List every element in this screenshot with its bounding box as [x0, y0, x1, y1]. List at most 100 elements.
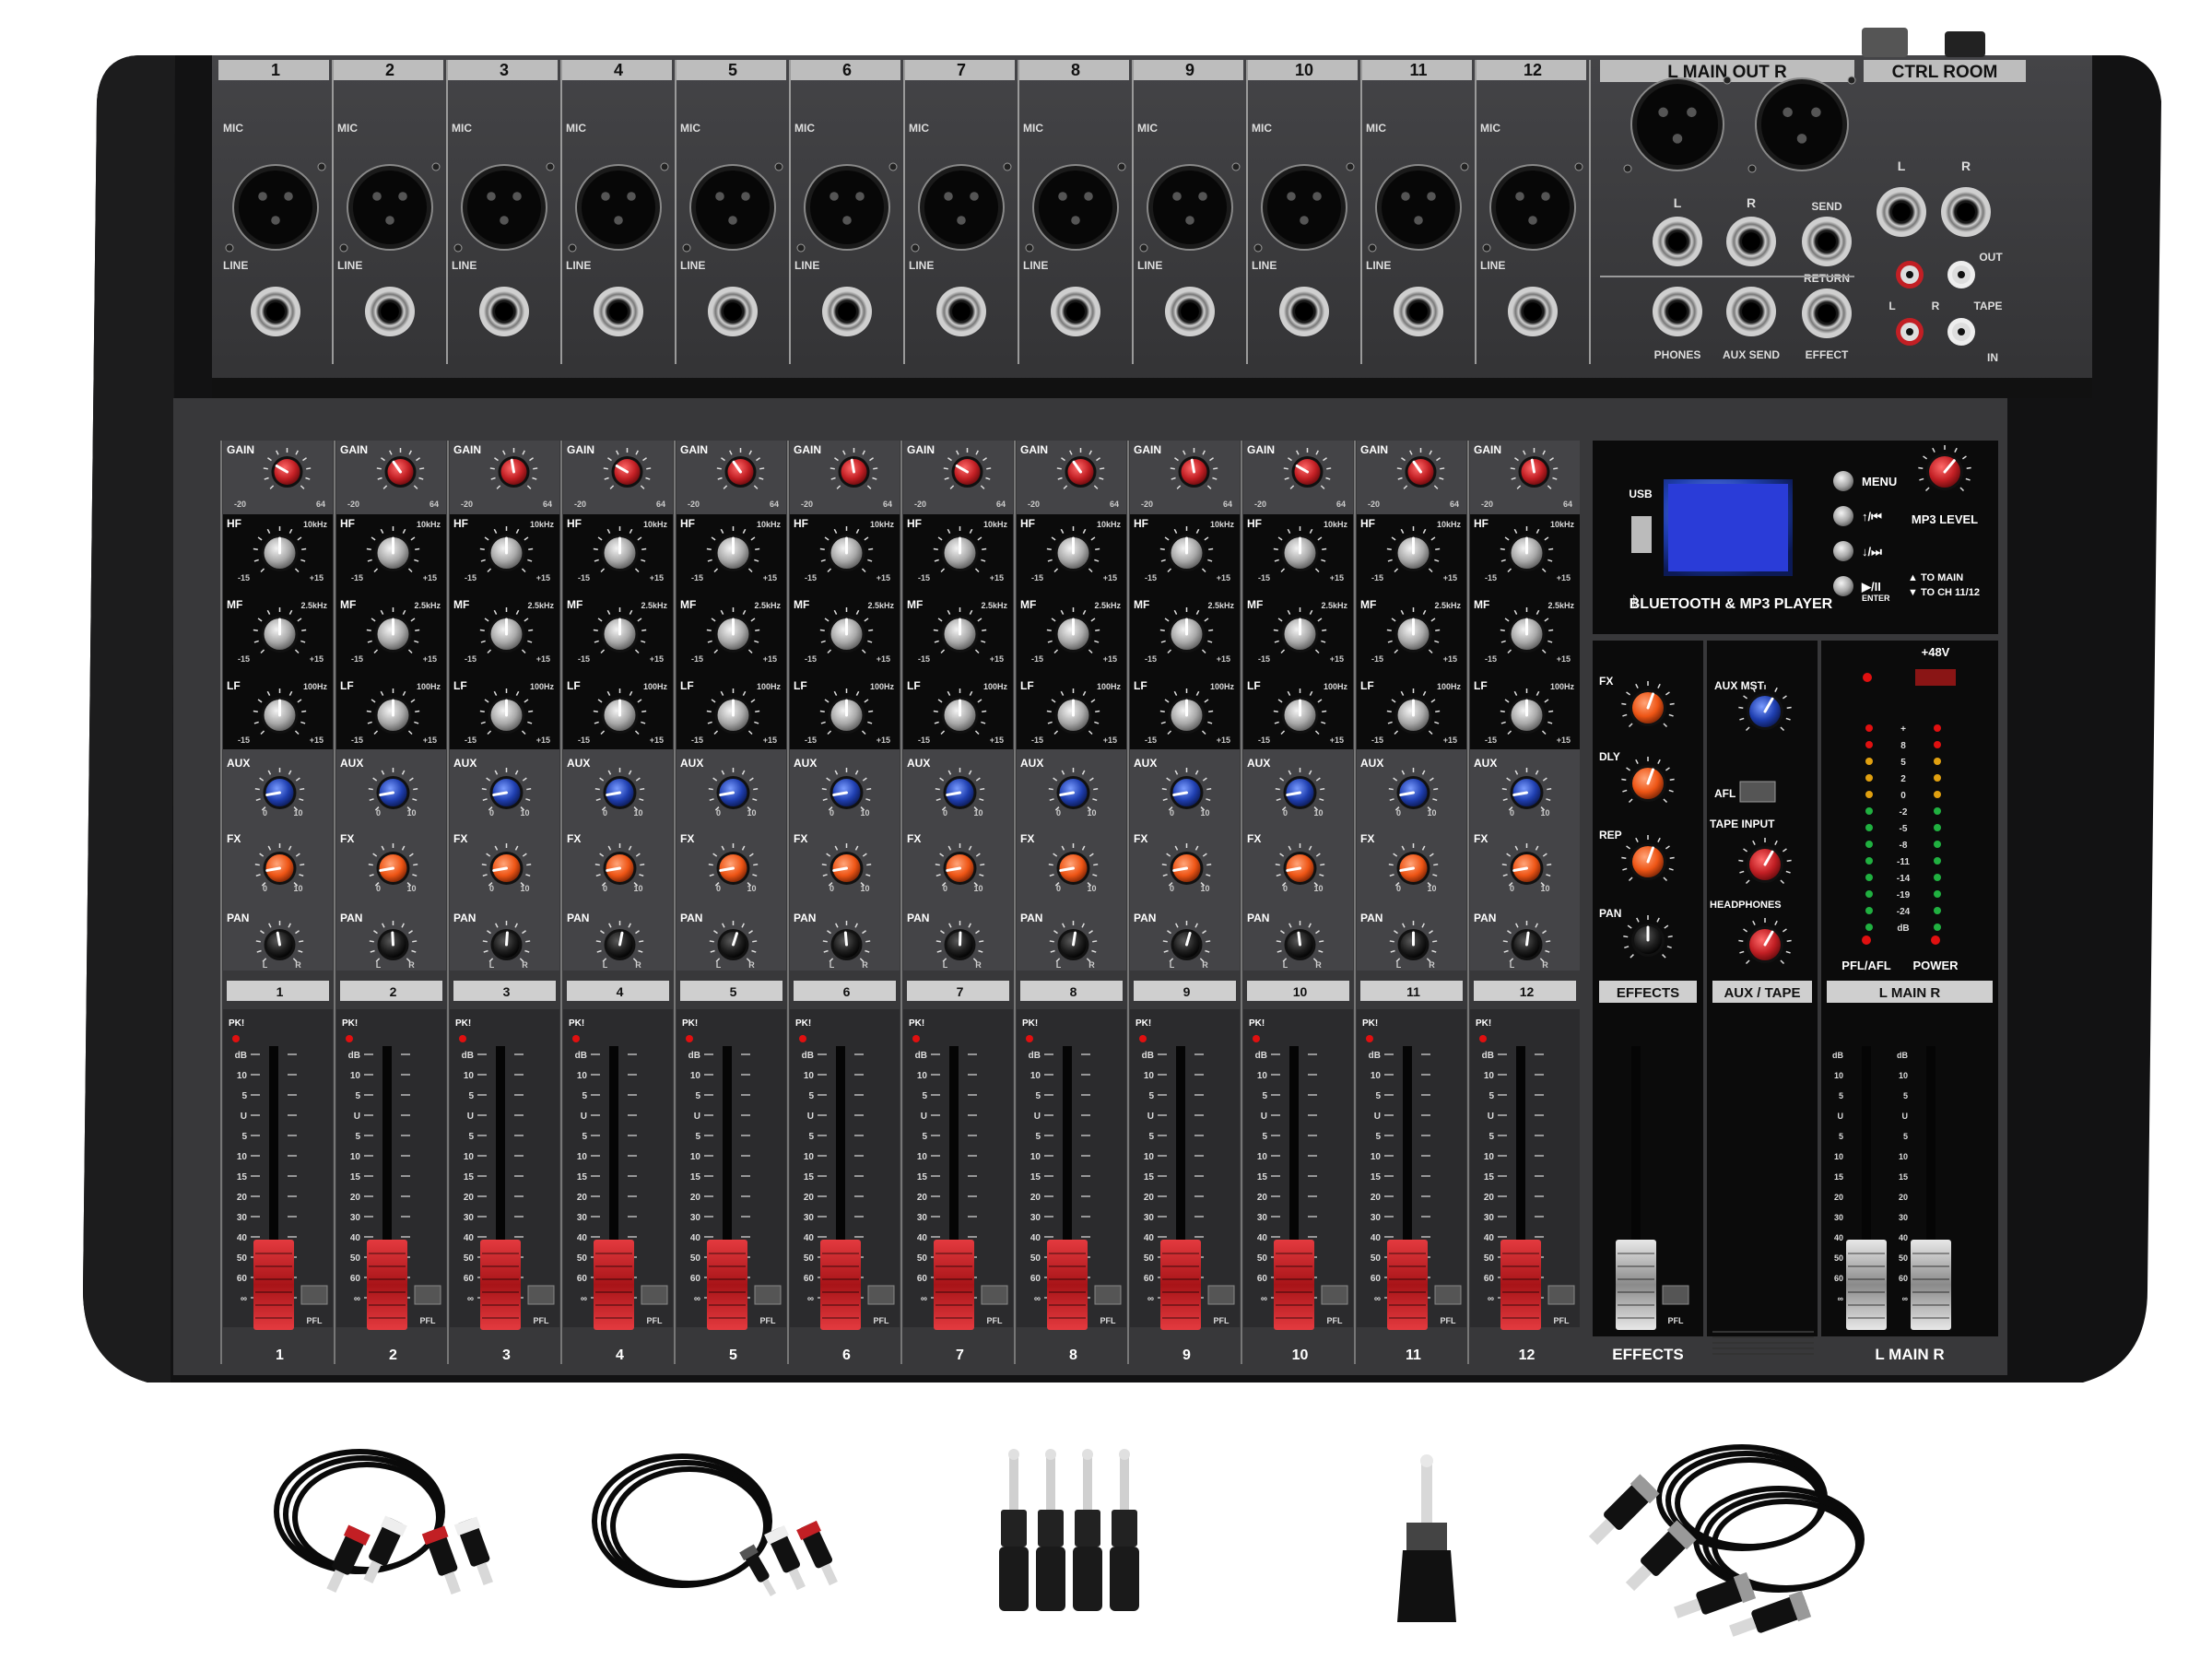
knob-tick — [873, 467, 878, 470]
line-input-11[interactable] — [1394, 287, 1443, 336]
fader-scale-label: 20 — [577, 1193, 588, 1203]
pfl-label: PFL — [1100, 1316, 1117, 1325]
phantom-switch[interactable] — [1915, 669, 1956, 686]
pfl-button[interactable] — [1321, 1285, 1348, 1305]
meter-led-right — [1934, 724, 1941, 732]
knob-tick — [481, 788, 487, 791]
next-button[interactable] — [1833, 541, 1853, 561]
aux-max-label: 10 — [1200, 808, 1209, 818]
line-input-8[interactable] — [1051, 287, 1100, 336]
knob-tick — [933, 547, 938, 550]
knob-tick — [1322, 547, 1327, 550]
lf-freq-label: 100Hz — [530, 682, 555, 691]
gain-max-label: 64 — [316, 500, 325, 509]
pan-label: PAN — [567, 912, 589, 924]
line-label: LINE — [223, 259, 248, 272]
knob-tick — [1669, 702, 1675, 705]
fader-scale-label: 5 — [1375, 1091, 1381, 1101]
knob-tick — [1546, 940, 1551, 943]
pfl-button[interactable] — [981, 1285, 1008, 1305]
pfl-button[interactable] — [867, 1285, 895, 1305]
knob-pointer — [1072, 931, 1077, 947]
line-input-2[interactable] — [365, 287, 415, 336]
pan-r-label: R — [635, 960, 641, 970]
knob-tick — [413, 788, 418, 791]
fader-channel-number: 3 — [502, 1347, 511, 1363]
plug-tip — [761, 1578, 777, 1596]
fx-max-label: 10 — [747, 884, 756, 893]
aux-max-label: 10 — [520, 808, 529, 818]
fader-channel-number: 9 — [1182, 1347, 1191, 1363]
usb-port[interactable] — [1631, 516, 1652, 553]
pfl-button[interactable] — [1094, 1285, 1122, 1305]
fader-scale-label: 10 — [1371, 1071, 1382, 1081]
aux-label: AUX — [680, 757, 703, 770]
play-button[interactable] — [1833, 576, 1853, 596]
fader-scale-label: 60 — [1030, 1274, 1041, 1284]
pan-label: PAN — [794, 912, 816, 924]
send-jack[interactable] — [1802, 217, 1852, 266]
mic-label: MIC — [1480, 122, 1500, 135]
pfl-button[interactable] — [1547, 1285, 1575, 1305]
fader-scale-label: 15 — [1030, 1172, 1041, 1182]
lf-min-label: -15 — [1371, 735, 1383, 745]
ctrl-room-jack-right[interactable] — [1941, 187, 1991, 237]
pfl-label: PFL — [307, 1316, 324, 1325]
main-out-jack-right[interactable] — [1726, 217, 1776, 266]
effects-pfl-button[interactable] — [1662, 1285, 1689, 1305]
input-channel-number: 5 — [728, 61, 737, 79]
aux-label: AUX — [1474, 757, 1497, 770]
pfl-button[interactable] — [300, 1285, 328, 1305]
line-input-6[interactable] — [822, 287, 872, 336]
meter-level-label: -2 — [1900, 807, 1908, 818]
rca-in-right[interactable] — [1947, 318, 1975, 346]
fx-min-label: 0 — [263, 884, 267, 893]
line-input-7[interactable] — [936, 287, 986, 336]
fader-scale-label: 50 — [1030, 1253, 1041, 1264]
effect-return-jack[interactable] — [1802, 288, 1852, 338]
line-input-1[interactable] — [251, 287, 300, 336]
pfl-button[interactable] — [641, 1285, 668, 1305]
knob-tick — [366, 629, 371, 631]
main-out-jack-left[interactable] — [1653, 217, 1702, 266]
line-input-4[interactable] — [594, 287, 643, 336]
pk-label: PK! — [1249, 1018, 1265, 1029]
fader-scale-label: 40 — [464, 1233, 475, 1243]
aux-send-jack[interactable] — [1726, 287, 1776, 336]
screw — [1368, 243, 1377, 253]
pfl-button[interactable] — [414, 1285, 441, 1305]
pfl-button[interactable] — [527, 1285, 555, 1305]
pan-l-label: L — [1056, 960, 1062, 970]
lf-min-label: -15 — [1031, 735, 1043, 745]
hf-freq-label: 10kHz — [1097, 520, 1122, 529]
line-input-5[interactable] — [708, 287, 758, 336]
fader-scale-label: dB — [575, 1051, 587, 1061]
line-input-10[interactable] — [1279, 287, 1329, 336]
menu-button[interactable] — [1833, 471, 1853, 491]
line-input-12[interactable] — [1508, 287, 1558, 336]
pfl-button[interactable] — [1434, 1285, 1462, 1305]
fader-scale-label: 40 — [1257, 1233, 1268, 1243]
phones-jack[interactable] — [1653, 287, 1702, 336]
return-label: RETURN — [1804, 272, 1850, 285]
pan-r-label: R — [1202, 960, 1208, 970]
aux-label: AUX — [227, 757, 250, 770]
pfl-button[interactable] — [754, 1285, 782, 1305]
prev-button[interactable] — [1833, 506, 1853, 526]
afl-button[interactable] — [1739, 781, 1776, 803]
fader-scale-label: 10 — [464, 1152, 475, 1162]
rca-out-right[interactable] — [1947, 261, 1975, 288]
pfl-button[interactable] — [1207, 1285, 1235, 1305]
ctrl-room-jack-left[interactable] — [1877, 187, 1926, 237]
rca-out-left[interactable] — [1896, 261, 1924, 288]
mf-max-label: +15 — [990, 654, 1004, 664]
knob-tick — [1966, 466, 1971, 469]
line-input-9[interactable] — [1165, 287, 1215, 336]
rca-in-left[interactable] — [1896, 318, 1924, 346]
knob-tick — [253, 547, 258, 550]
jack-center — [381, 302, 399, 321]
line-input-3[interactable] — [479, 287, 529, 336]
gain-label: GAIN — [1360, 443, 1388, 456]
lf-max-label: +15 — [536, 735, 550, 745]
pk-label: PK! — [229, 1018, 244, 1029]
